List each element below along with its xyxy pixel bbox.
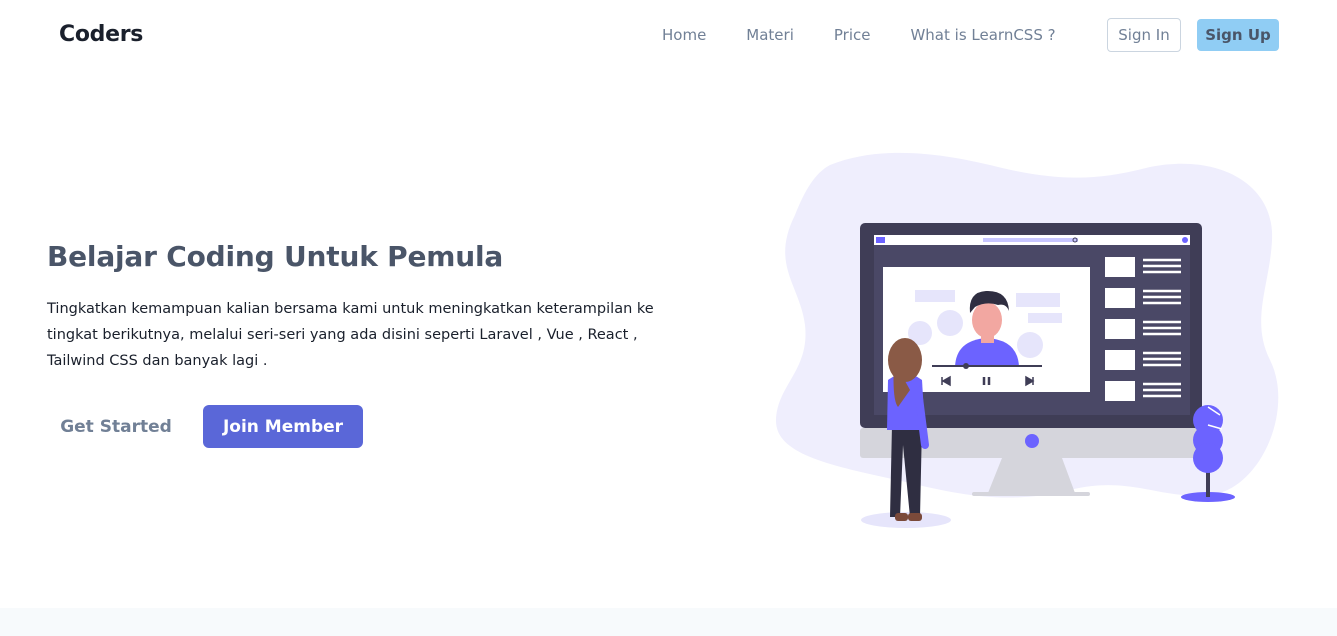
get-started-button[interactable]: Get Started	[55, 405, 177, 448]
navbar: Coders Home Materi Price What is LearnCS…	[0, 0, 1337, 72]
nav-links: Home Materi Price What is LearnCSS ?	[662, 26, 1056, 44]
hero-illustration	[775, 152, 1279, 528]
sign-in-button[interactable]: Sign In	[1107, 18, 1181, 52]
brand-logo[interactable]: Coders	[59, 22, 143, 47]
hero-description: Tingkatkan kemampuan kalian bersama kami…	[47, 301, 654, 369]
join-member-button[interactable]: Join Member	[203, 405, 363, 448]
hero-title: Belajar Coding Untuk Pemula	[47, 240, 504, 273]
nav-link-price[interactable]: Price	[834, 26, 871, 44]
nav-link-materi[interactable]: Materi	[746, 26, 794, 44]
nav-link-what-is-learncss[interactable]: What is LearnCSS ?	[910, 26, 1055, 44]
nav-link-home[interactable]: Home	[662, 26, 706, 44]
footer-strip	[0, 608, 1337, 636]
sign-up-button[interactable]: Sign Up	[1197, 19, 1279, 51]
monitor-power-dot	[1025, 434, 1039, 448]
